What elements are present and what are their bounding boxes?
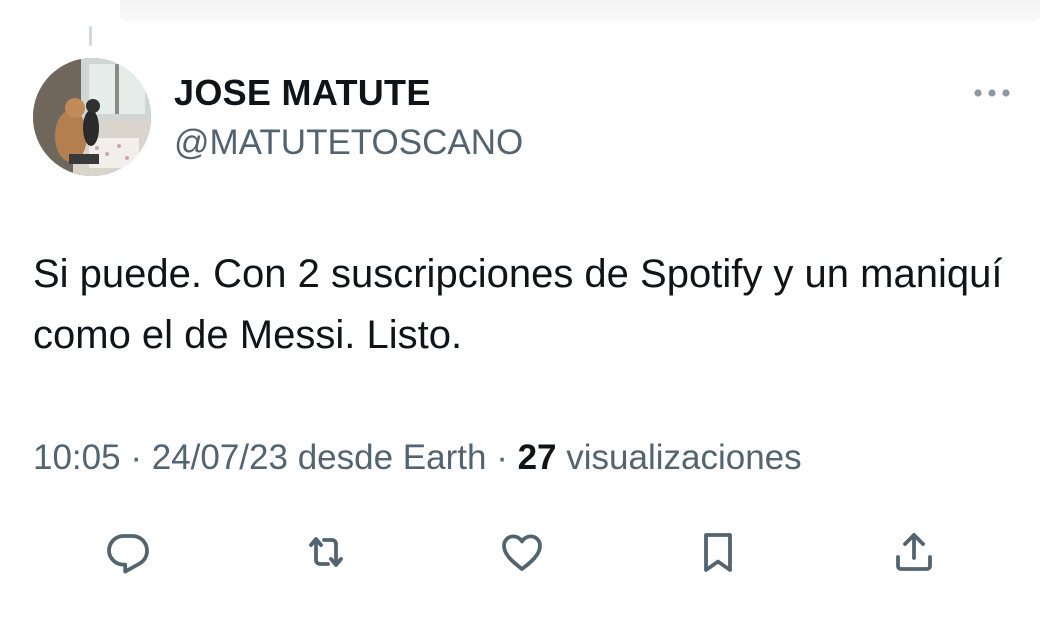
author-handle[interactable]: @MATUTETOSCANO xyxy=(174,123,523,163)
reply-icon xyxy=(107,534,149,574)
tweet-date[interactable]: 24/07/23 xyxy=(152,438,288,477)
heart-icon xyxy=(502,534,542,571)
retweet-icon xyxy=(309,537,343,567)
tweet-text: Si puede. Con 2 suscripciones de Spotify… xyxy=(33,252,1003,357)
share-icon xyxy=(896,533,932,571)
more-horizontal-icon xyxy=(974,89,1010,97)
bookmark-icon xyxy=(704,533,732,572)
avatar-photo xyxy=(33,58,151,176)
avatar[interactable] xyxy=(33,58,151,176)
author-display-name[interactable]: JOSE MATUTE xyxy=(174,72,431,114)
views-label: visualizaciones xyxy=(566,438,802,477)
tweet-metadata: 10:05 · 24/07/23 desde Earth · 27 visual… xyxy=(33,438,802,478)
reply-button[interactable] xyxy=(96,520,160,584)
thread-connector-line xyxy=(89,26,92,46)
bookmark-button[interactable] xyxy=(686,520,750,584)
previous-tweet-edge xyxy=(120,0,1040,22)
views-count: 27 xyxy=(517,438,557,477)
more-options-button[interactable] xyxy=(968,78,1016,108)
like-button[interactable] xyxy=(490,520,554,584)
tweet-action-bar xyxy=(0,520,1048,584)
tweet-source: desde Earth xyxy=(297,438,487,477)
meta-separator: · xyxy=(130,438,142,477)
meta-separator-2: · xyxy=(496,438,508,477)
retweet-button[interactable] xyxy=(294,520,358,584)
share-button[interactable] xyxy=(882,520,946,584)
tweet-time[interactable]: 10:05 xyxy=(33,438,121,477)
